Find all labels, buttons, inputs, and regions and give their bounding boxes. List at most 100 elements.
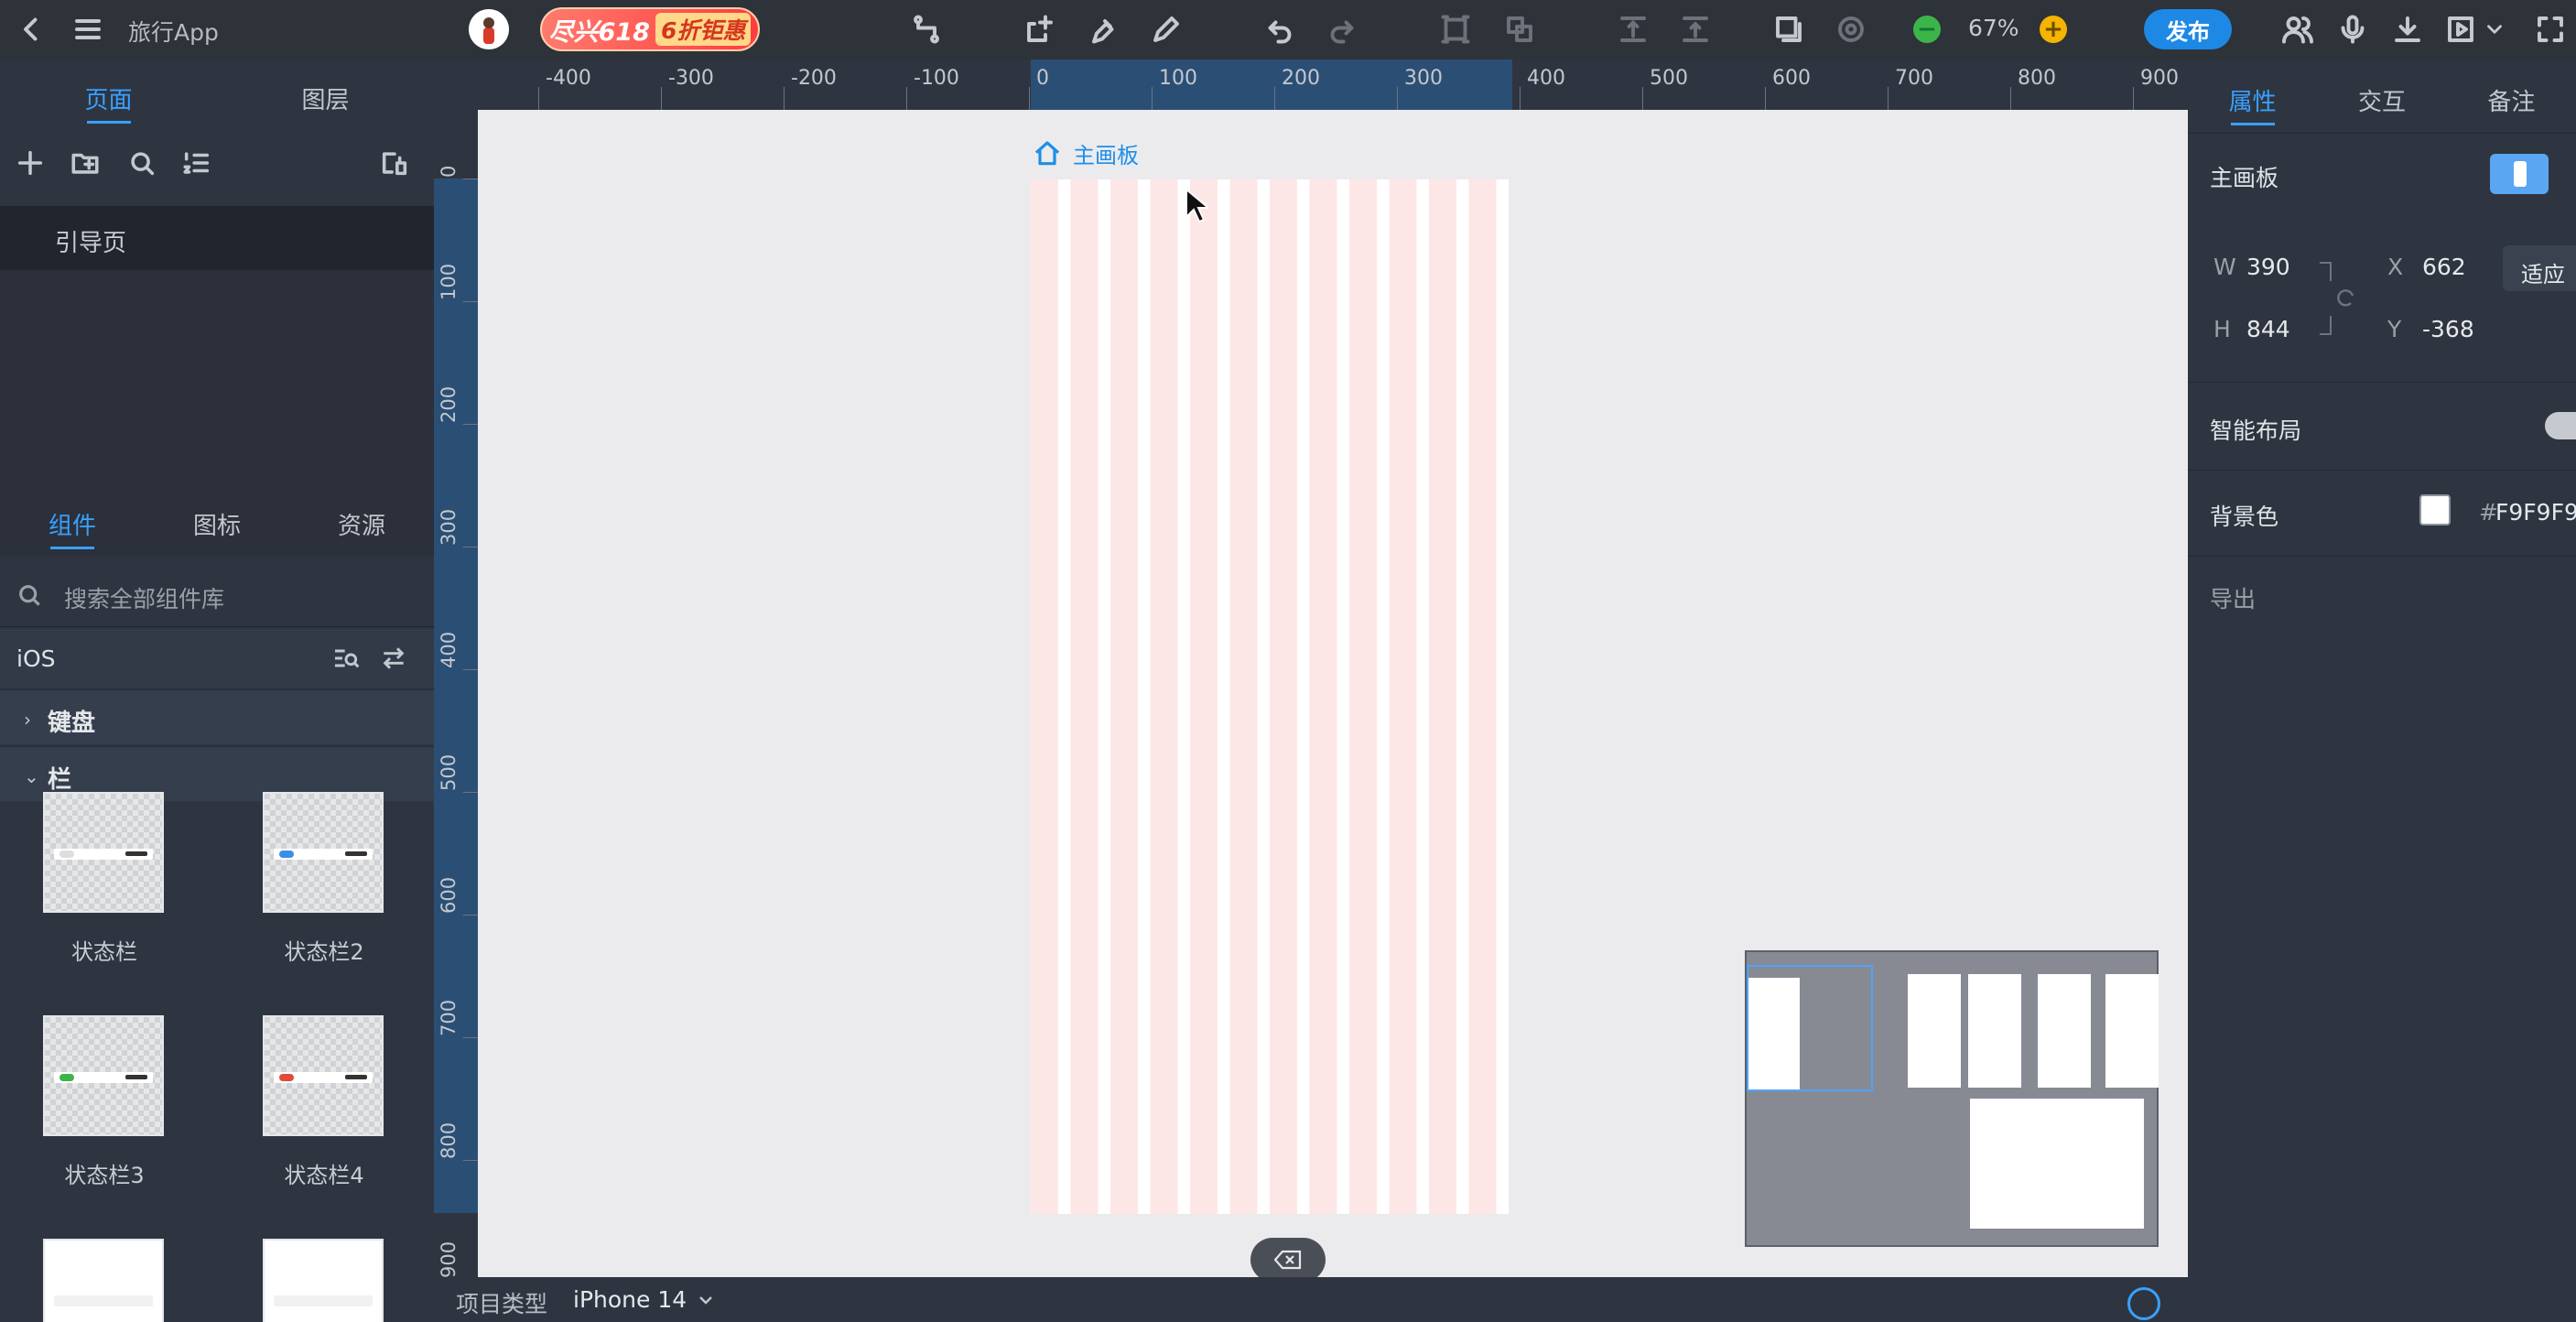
width-input[interactable]: 390	[2246, 254, 2290, 280]
compass-icon[interactable]	[2127, 1287, 2160, 1320]
artboard-name: 主画板	[1073, 143, 1139, 168]
zoom-level[interactable]: 67%	[1968, 15, 2019, 41]
height-label: H	[2213, 316, 2231, 342]
background-color-input[interactable]: F9F9F9	[2495, 499, 2576, 526]
promo-text: 尽兴618	[548, 17, 650, 47]
category-keyboard[interactable]: › 键盘	[0, 689, 434, 744]
background-color-swatch[interactable]	[2419, 494, 2451, 526]
page-item-guide[interactable]: 引导页	[0, 206, 434, 270]
microphone-icon[interactable]	[2334, 11, 2371, 48]
component-label: 状态栏2	[284, 939, 364, 965]
minimap-viewport[interactable]	[1747, 965, 1873, 1091]
ruler-label: 800	[438, 1122, 460, 1159]
clean-pages-icon[interactable]	[379, 147, 412, 180]
preview-icon[interactable]	[2442, 11, 2479, 48]
tab-interactions[interactable]: 交互	[2317, 60, 2446, 133]
add-page-icon[interactable]	[15, 147, 48, 180]
menu-icon[interactable]	[70, 11, 106, 48]
chevron-down-icon[interactable]	[698, 1294, 714, 1306]
app-title: 旅行App	[128, 19, 219, 46]
align-top-icon[interactable]	[1677, 11, 1714, 48]
tab-icons[interactable]: 图标	[145, 485, 289, 557]
fit-button[interactable]: 适应	[2503, 245, 2576, 291]
sort-icon[interactable]	[181, 147, 214, 180]
zoom-out-button[interactable]: −	[1913, 16, 1941, 43]
ruler-label: 900	[2140, 67, 2179, 90]
component-thumb-statusbar4[interactable]	[263, 1015, 384, 1136]
component-thumb-statusbar3[interactable]	[43, 1015, 164, 1136]
library-selector[interactable]: iOS	[0, 629, 434, 688]
tab-notes[interactable]: 备注	[2447, 60, 2576, 133]
collaborators-icon[interactable]	[2279, 11, 2316, 48]
category-label: 键盘	[48, 710, 96, 737]
delete-button[interactable]	[1250, 1238, 1326, 1282]
search-icon	[19, 585, 40, 606]
lock-ratio-icon[interactable]	[2316, 259, 2362, 338]
y-label: Y	[2387, 316, 2402, 342]
switch-library-icon[interactable]	[379, 644, 408, 673]
ruler-label: 900	[438, 1241, 460, 1278]
tab-components[interactable]: 组件	[0, 485, 145, 557]
ruler-label: 200	[438, 385, 460, 423]
download-icon[interactable]	[2389, 11, 2426, 48]
smart-layout-toggle[interactable]	[2545, 412, 2576, 439]
pen-tool-icon[interactable]	[1084, 11, 1120, 48]
group-icon[interactable]	[1437, 11, 1474, 48]
y-input[interactable]: -368	[2422, 316, 2474, 342]
ruler-label: 400	[438, 631, 460, 668]
add-frame-icon[interactable]	[1022, 11, 1058, 48]
avatar[interactable]	[469, 9, 509, 49]
zoom-in-button[interactable]: +	[2040, 16, 2067, 43]
home-icon	[1034, 140, 1060, 165]
artboard-label[interactable]: 主画板	[1033, 137, 1139, 169]
project-type-value[interactable]: iPhone 14	[573, 1286, 687, 1313]
project-type-label: 项目类型	[456, 1291, 548, 1317]
top-toolbar: 旅行App 尽兴618 6折钜惠 − 67% + 发布	[0, 0, 2576, 60]
fullscreen-icon[interactable]	[2532, 11, 2569, 48]
x-input[interactable]: 662	[2422, 254, 2466, 280]
portrait-toggle[interactable]	[2490, 154, 2549, 194]
ruler-vertical: 0 100 200 300 400 500 600 700 800 900	[434, 110, 478, 1282]
artboard[interactable]	[1031, 179, 1509, 1214]
ruler-label: 800	[2018, 67, 2056, 90]
component-label: 状态栏	[71, 939, 137, 965]
chevron-right-icon: ›	[24, 709, 31, 731]
align-center-icon[interactable]	[1615, 11, 1651, 48]
component-thumb-navbar[interactable]	[43, 1239, 164, 1322]
add-folder-icon[interactable]	[70, 147, 103, 180]
chevron-down-icon[interactable]	[2483, 11, 2506, 48]
tab-properties[interactable]: 属性	[2188, 60, 2317, 133]
height-input[interactable]: 844	[2246, 316, 2290, 342]
ruler-selection-highlight	[434, 179, 478, 1213]
ruler-label: 500	[1650, 67, 1688, 90]
bottom-status-bar: 项目类型 iPhone 14	[434, 1277, 2188, 1322]
redo-icon[interactable]	[1324, 11, 1360, 48]
design-app: { "app": { "title": "旅行App" }, "promo": …	[0, 0, 2576, 1322]
publish-button[interactable]: 发布	[2144, 9, 2232, 49]
component-search[interactable]: 搜索全部组件库	[0, 563, 434, 627]
minimap[interactable]	[1745, 950, 2159, 1247]
undo-icon[interactable]	[1261, 11, 1298, 48]
tab-pages[interactable]: 页面	[0, 60, 217, 131]
search-icon[interactable]	[126, 147, 159, 180]
export-label[interactable]: 导出	[2210, 581, 2256, 614]
promo-banner[interactable]: 尽兴618 6折钜惠	[540, 7, 760, 51]
ungroup-icon[interactable]	[1501, 11, 1538, 48]
component-label: 状态栏4	[284, 1163, 364, 1188]
ruler-label: -300	[668, 67, 714, 90]
component-thumb-statusbar[interactable]	[43, 792, 164, 913]
background-color-label: 背景色	[2210, 504, 2279, 530]
promo-tag: 6折钜惠	[655, 13, 752, 46]
ruler-label: 0	[1036, 67, 1049, 90]
tab-layers[interactable]: 图层	[217, 60, 434, 131]
tab-assets[interactable]: 资源	[289, 485, 434, 557]
component-thumb-navbar2[interactable]	[263, 1239, 384, 1322]
filter-search-icon[interactable]	[331, 644, 361, 673]
page-list: 引导页	[0, 206, 434, 486]
component-thumb-statusbar2[interactable]	[263, 792, 384, 913]
settings-icon[interactable]	[1833, 11, 1869, 48]
connect-icon[interactable]	[908, 11, 945, 48]
frame-icon[interactable]	[1770, 11, 1807, 48]
back-icon[interactable]	[13, 11, 49, 48]
pencil-icon[interactable]	[1148, 11, 1185, 48]
